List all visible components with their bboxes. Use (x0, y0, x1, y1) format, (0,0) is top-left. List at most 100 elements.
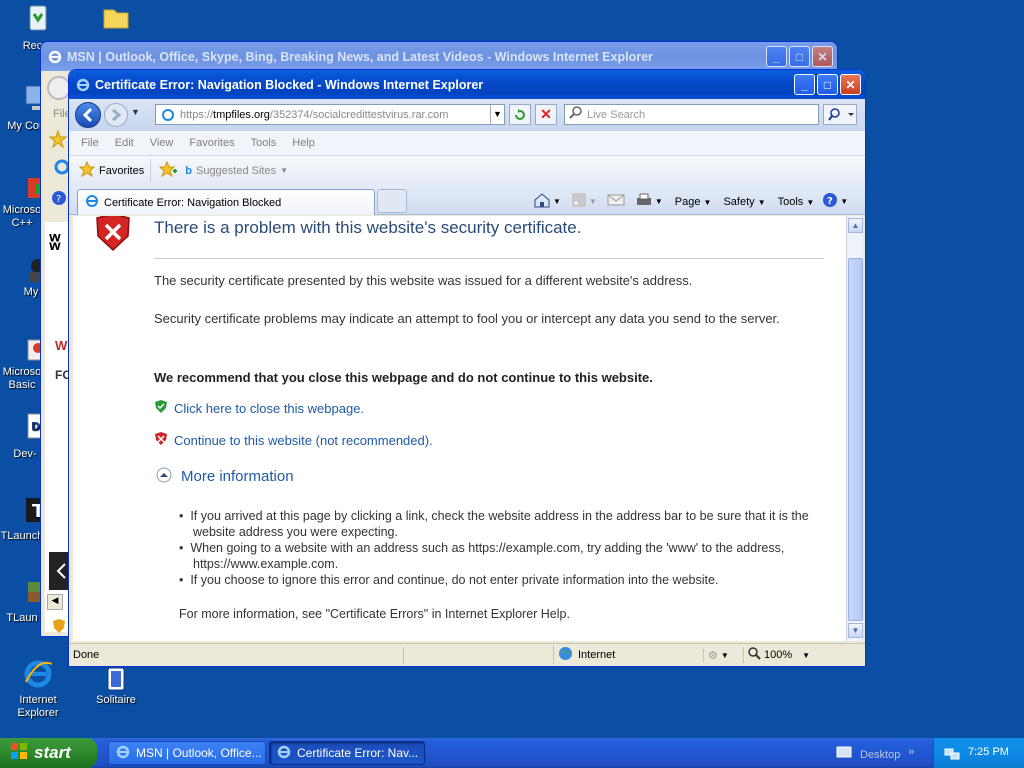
svg-text:?: ? (56, 194, 61, 205)
desktop-icon-recycle-bin[interactable]: Recyc (0, 2, 76, 52)
menu-help[interactable]: Help (292, 137, 315, 149)
scroll-left-button[interactable]: ◀ (47, 594, 63, 610)
recommendation-text: We recommend that you close this webpage… (154, 370, 653, 385)
search-input[interactable]: Live Search (564, 104, 819, 125)
taskbar-task-msn[interactable]: MSN | Outlook, Office... (108, 741, 266, 765)
taskbar-task-certificate-error[interactable]: Certificate Error: Nav... (269, 741, 425, 765)
desktop-icon-folder[interactable] (78, 2, 154, 38)
bullet-text: If you choose to ignore this error and c… (190, 573, 719, 587)
desktop-icon-internet-explorer[interactable]: Internet Explorer (0, 658, 76, 719)
start-label: start (34, 743, 71, 762)
tab-label: Certificate Error: Navigation Blocked (104, 196, 282, 209)
shield-icon (51, 618, 67, 634)
gear-icon: ⚙ (708, 649, 718, 662)
search-icon (569, 106, 583, 123)
page-menu[interactable]: Page ▼ (675, 196, 712, 208)
list-item: • If you choose to ignore this error and… (179, 573, 719, 587)
new-tab-button[interactable] (377, 189, 407, 213)
menu-edit[interactable]: Edit (115, 137, 134, 149)
safety-menu-label: Safety (723, 195, 755, 208)
vertical-scrollbar[interactable]: ▲ ▼ (846, 216, 863, 641)
maximize-button[interactable]: □ (789, 46, 810, 67)
history-dropdown[interactable]: ▼ (131, 107, 140, 117)
ie-tab-icon (84, 193, 100, 212)
desktop-toolbar-label: Desktop (860, 748, 901, 761)
continue-website-link[interactable]: Continue to this website (not recommende… (154, 431, 433, 449)
chevron-right-icon[interactable]: » (908, 746, 914, 758)
status-text: Done (73, 649, 100, 661)
tools-menu-label: Tools (777, 195, 804, 208)
bullet-text: If you arrived at this page by clicking … (190, 509, 809, 539)
close-button[interactable]: ✕ (812, 46, 833, 67)
scroll-thumb[interactable] (848, 258, 863, 621)
scroll-down-button[interactable]: ▼ (848, 623, 863, 638)
ie-icon (75, 77, 91, 93)
address-bar[interactable]: https://tmpfiles.org/352374/socialcredit… (155, 104, 505, 125)
back-button[interactable] (75, 102, 101, 128)
navigation-bar: ▼ https://tmpfiles.org/352374/socialcred… (69, 99, 865, 131)
add-favorites-icon[interactable] (159, 160, 178, 180)
maximize-button[interactable]: □ (817, 74, 838, 95)
network-icon[interactable] (944, 745, 960, 764)
system-tray: 7:25 PM (933, 738, 1024, 768)
page-content: There is a problem with this website's s… (73, 216, 846, 641)
address-prefix: https:// (180, 108, 214, 121)
recycle-bin-icon (22, 2, 54, 34)
home-icon[interactable] (533, 192, 551, 211)
close-button[interactable]: ✕ (840, 74, 861, 95)
suggested-sites-button[interactable]: b Suggested Sites ▼ (185, 165, 288, 177)
menu-view[interactable]: View (150, 137, 174, 149)
close-webpage-link[interactable]: Click here to close this webpage. (154, 399, 364, 417)
search-button[interactable] (823, 104, 857, 125)
help-icon[interactable]: ? (822, 192, 838, 211)
refresh-button[interactable] (509, 104, 531, 125)
tab-certificate-error[interactable]: Certificate Error: Navigation Blocked (77, 189, 375, 215)
rss-icon[interactable] (571, 192, 587, 211)
ie-icon (276, 744, 292, 763)
mail-icon[interactable] (607, 193, 625, 210)
ie-window[interactable]: Certificate Error: Navigation Blocked - … (68, 69, 866, 667)
desktop-toolbar[interactable]: Desktop » (836, 746, 914, 763)
zoom-icon (748, 647, 761, 663)
star-icon (78, 160, 96, 180)
address-host: tmpfiles.org (213, 108, 270, 121)
menu-bar: File Edit View Favorites Tools Help (69, 131, 865, 156)
forward-button[interactable] (104, 103, 128, 127)
continue-link-label: Continue to this website (not recommende… (174, 432, 433, 448)
menu-favorites[interactable]: Favorites (189, 137, 234, 149)
msn-titlebar[interactable]: MSN | Outlook, Office, Skype, Bing, Brea… (41, 42, 837, 71)
zoom-control[interactable]: 100% ▼ (743, 647, 810, 663)
zoom-dropdown[interactable]: ▼ (802, 651, 810, 660)
page-menu-label: Page (674, 195, 701, 208)
print-icon[interactable] (635, 192, 653, 211)
address-dropdown[interactable]: ▼ (490, 105, 504, 124)
protected-mode-button[interactable]: ⚙ ▼ (703, 648, 743, 662)
help-dropdown[interactable]: ▼ (840, 197, 848, 206)
solitaire-icon (100, 664, 132, 696)
stop-button[interactable]: ✕ (535, 104, 557, 125)
home-dropdown[interactable]: ▼ (553, 197, 561, 206)
list-item: • When going to a website with an addres… (179, 541, 785, 571)
tools-menu[interactable]: Tools ▼ (778, 196, 815, 208)
internet-explorer-icon (22, 658, 54, 690)
ie-titlebar[interactable]: Certificate Error: Navigation Blocked - … (69, 70, 865, 99)
scroll-up-button[interactable]: ▲ (848, 218, 863, 233)
suggested-sites-label: Suggested Sites (195, 164, 277, 177)
desktop-icon-solitaire[interactable]: Solitaire (78, 664, 154, 706)
favorites-button[interactable]: Favorites (77, 159, 152, 182)
print-dropdown[interactable]: ▼ (655, 197, 663, 206)
chevron-down-icon: ▼ (280, 166, 289, 175)
zone-indicator[interactable]: Internet (553, 646, 703, 664)
desktop-icon-label: Solitaire (96, 694, 136, 706)
rss-dropdown[interactable]: ▼ (589, 197, 597, 206)
more-information-toggle[interactable]: More information (156, 467, 294, 486)
safety-menu[interactable]: Safety ▼ (723, 196, 765, 208)
minimize-button[interactable]: _ (766, 46, 787, 67)
desktop-icon-label: Microso C++ (2, 204, 42, 229)
clock[interactable]: 7:25 PM (968, 746, 1009, 758)
menu-file[interactable]: File (81, 137, 99, 149)
menu-tools[interactable]: Tools (251, 137, 277, 149)
divider (154, 258, 824, 259)
minimize-button[interactable]: _ (794, 74, 815, 95)
start-button[interactable]: start (0, 738, 97, 768)
